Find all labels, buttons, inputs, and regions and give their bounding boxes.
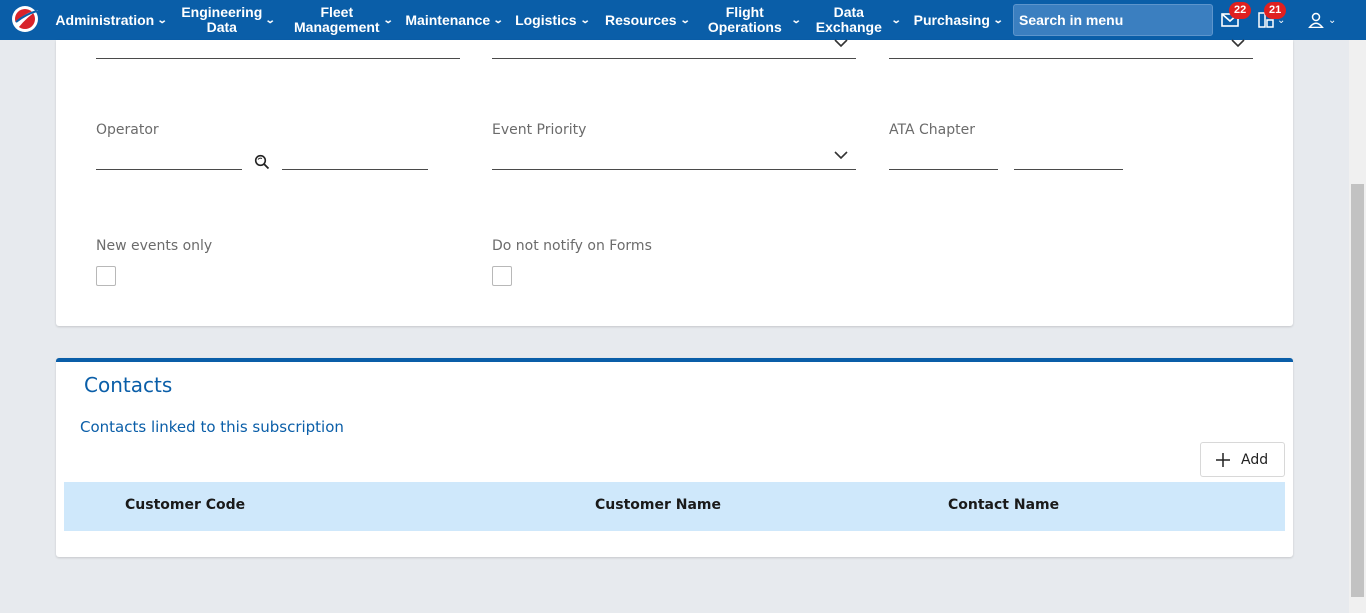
page-scrollbar-thumb[interactable] (1351, 184, 1364, 597)
nav-logistics[interactable]: Logistics ⌄ (515, 0, 591, 40)
nav-engineering-data-label: Engineering Data (181, 4, 263, 35)
tasks-badge: 21 (1264, 2, 1287, 19)
contacts-card: Contacts Contacts linked to this subscri… (56, 358, 1293, 557)
nav-resources-label: Resources (605, 11, 677, 28)
user-menu-button[interactable]: ⌄ (1308, 0, 1340, 40)
operator-code-input[interactable] (96, 169, 242, 170)
operator-label: Operator (96, 122, 159, 138)
subscription-form-card: Operator Event Priority ATA Chapter New … (56, 38, 1293, 326)
event-priority-select[interactable] (492, 169, 856, 170)
plus-icon (1216, 452, 1230, 467)
contacts-title: Contacts (84, 373, 173, 397)
nav-engineering-data[interactable]: Engineering Data ⌄ (180, 0, 276, 40)
nav-flight-operations[interactable]: Flight Operations ⌄ (707, 0, 802, 40)
nav-administration-label: Administration (55, 11, 155, 28)
nav-purchasing[interactable]: Purchasing ⌄ (912, 0, 1004, 40)
ata-chapter-from-input[interactable] (889, 169, 998, 170)
column-contact-name[interactable]: Contact Name (948, 497, 1059, 513)
new-events-only-checkbox[interactable] (96, 266, 116, 286)
chevron-down-icon: ⌄ (264, 14, 276, 26)
do-not-notify-label: Do not notify on Forms (492, 238, 652, 254)
chevron-down-icon: ⌄ (992, 14, 1004, 26)
column-customer-name[interactable]: Customer Name (595, 497, 721, 513)
chevron-down-icon: ⌄ (890, 14, 902, 26)
ata-chapter-label: ATA Chapter (889, 122, 975, 138)
nav-flight-operations-label: Flight Operations (707, 4, 782, 35)
chevron-down-icon: ⌄ (579, 14, 591, 26)
field-underline[interactable] (96, 58, 460, 59)
nav-administration[interactable]: Administration ⌄ (55, 0, 168, 40)
nav-purchasing-label: Purchasing (913, 11, 990, 28)
do-not-notify-checkbox[interactable] (492, 266, 512, 286)
app-logo[interactable] (10, 4, 40, 34)
nav-resources[interactable]: Resources ⌄ (604, 0, 690, 40)
column-customer-code[interactable]: Customer Code (125, 497, 245, 513)
menu-search-input[interactable]: Search in menu (1013, 4, 1213, 36)
chevron-down-icon[interactable] (834, 150, 848, 160)
mail-badge: 22 (1229, 2, 1252, 19)
chevron-down-icon[interactable] (1231, 38, 1245, 48)
nav-data-exchange[interactable]: Data Exchange ⌄ (815, 0, 902, 40)
event-priority-label: Event Priority (492, 122, 587, 138)
new-events-only-label: New events only (96, 238, 213, 254)
contacts-table-header: Customer Code Customer Name Contact Name (64, 482, 1285, 531)
chevron-down-icon: ⌄ (679, 14, 691, 26)
contacts-subtitle: Contacts linked to this subscription (80, 418, 344, 436)
nav-fleet-management-label: Fleet Management (294, 4, 380, 35)
dropdown-underline[interactable] (492, 58, 856, 59)
chevron-down-icon: ⌄ (790, 14, 802, 26)
top-navbar: Administration ⌄ Engineering Data ⌄ Fleet … (0, 0, 1366, 40)
dropdown-underline[interactable] (889, 58, 1253, 59)
nav-maintenance[interactable]: Maintenance ⌄ (404, 0, 504, 40)
nav-maintenance-label: Maintenance (405, 11, 491, 28)
tasks-button[interactable]: 21 ⌄ (1258, 0, 1290, 40)
chevron-down-icon[interactable] (834, 38, 848, 48)
chevron-down-icon: ⌄ (156, 14, 168, 26)
ata-chapter-to-input[interactable] (1014, 169, 1123, 170)
add-contact-label: Add (1241, 451, 1269, 468)
nav-data-exchange-label: Data Exchange (815, 4, 882, 35)
search-icon[interactable] (254, 154, 270, 170)
operator-name-input[interactable] (282, 169, 428, 170)
user-icon (1308, 12, 1324, 28)
chevron-down-icon: ⌄ (382, 14, 394, 26)
chevron-down-icon: ⌄ (1328, 14, 1337, 26)
nav-logistics-label: Logistics (515, 11, 577, 28)
add-contact-button[interactable]: Add (1200, 442, 1285, 477)
messages-button[interactable]: 22 (1221, 0, 1252, 40)
nav-fleet-management[interactable]: Fleet Management ⌄ (290, 0, 396, 40)
chevron-down-icon: ⌄ (492, 14, 504, 26)
